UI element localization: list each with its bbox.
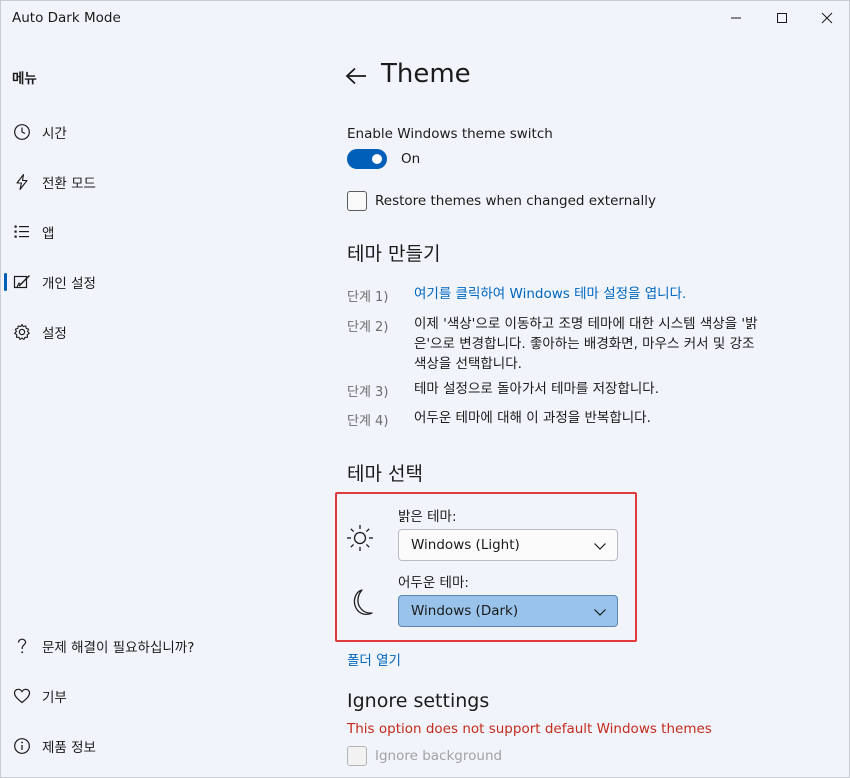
sidebar-item-label: 설정 xyxy=(42,326,67,342)
sidebar-item-apps[interactable]: 앱 xyxy=(1,213,321,249)
open-folder-link[interactable]: 폴더 열기 xyxy=(347,649,401,669)
title-bar[interactable]: Auto Dark Mode xyxy=(1,1,849,35)
select-theme-heading: 테마 선택 xyxy=(347,463,423,485)
sidebar-item-label: 시간 xyxy=(42,126,67,142)
theme-switch-toggle[interactable] xyxy=(347,149,387,169)
ignore-settings-heading: Ignore settings xyxy=(347,690,490,712)
maximize-icon xyxy=(777,13,787,23)
sidebar-item-label: 문제 해결이 필요하십니까? xyxy=(42,640,195,656)
minimize-icon xyxy=(731,17,741,19)
close-button[interactable] xyxy=(804,1,849,35)
sidebar-item-label: 개인 설정 xyxy=(42,276,96,292)
step-text: 이제 '색상'으로 이동하고 조명 테마에 대한 시스템 색상을 '밝은'으로 … xyxy=(414,316,758,372)
toggle-state-label: On xyxy=(401,151,421,167)
ignore-warning-text: This option does not support default Win… xyxy=(347,721,712,737)
minimize-button[interactable] xyxy=(713,1,759,35)
step-text: 어두운 테마에 대해 이 과정을 반복합니다. xyxy=(414,410,651,426)
restore-themes-checkbox[interactable] xyxy=(347,191,367,211)
window-title: Auto Dark Mode xyxy=(12,10,121,26)
sidebar-item-label: 앱 xyxy=(42,226,55,242)
sidebar: 메뉴 시간 전환 모드 앱 개인 설정 설정 문제 해결이 필요하십니까? 기부… xyxy=(1,35,321,777)
dark-theme-dropdown[interactable]: Windows (Dark) xyxy=(398,595,618,627)
dark-theme-label: 어두운 테마: xyxy=(398,575,469,591)
personalize-icon xyxy=(13,275,30,289)
lightning-icon xyxy=(16,173,28,191)
moon-icon xyxy=(353,589,373,615)
enable-theme-switch-label: Enable Windows theme switch xyxy=(347,126,553,142)
sidebar-item-donate[interactable]: 기부 xyxy=(1,677,321,713)
sidebar-item-label: 기부 xyxy=(42,690,67,706)
sidebar-item-troubleshoot[interactable]: 문제 해결이 필요하십니까? xyxy=(1,627,321,663)
ignore-background-checkbox[interactable] xyxy=(347,746,367,766)
step-label: 단계 1) xyxy=(347,290,389,305)
sun-icon xyxy=(347,525,373,551)
step-text: 테마 설정으로 돌아가서 테마를 저장합니다. xyxy=(414,381,660,397)
dropdown-value: Windows (Light) xyxy=(411,537,520,553)
page-title: Theme xyxy=(381,59,471,89)
sidebar-item-label: 전환 모드 xyxy=(42,176,96,192)
step-label: 단계 2) xyxy=(347,320,389,335)
chevron-down-icon xyxy=(594,543,606,550)
selected-indicator xyxy=(4,273,7,291)
question-icon xyxy=(17,638,27,654)
maximize-button[interactable] xyxy=(759,1,805,35)
close-icon xyxy=(821,12,833,24)
light-theme-label: 밝은 테마: xyxy=(398,509,457,525)
create-theme-heading: 테마 만들기 xyxy=(347,243,441,265)
menu-header: 메뉴 xyxy=(12,71,37,87)
sidebar-item-settings[interactable]: 설정 xyxy=(1,313,321,349)
clock-icon xyxy=(14,124,30,140)
toggle-knob xyxy=(372,154,382,164)
step-label: 단계 4) xyxy=(347,414,389,429)
info-icon xyxy=(14,738,30,754)
app-window: Auto Dark Mode 메뉴 시간 전환 모드 앱 개인 설정 설정 문제… xyxy=(0,0,850,778)
sidebar-item-switch-mode[interactable]: 전환 모드 xyxy=(1,163,321,199)
gear-icon xyxy=(14,323,30,341)
sidebar-item-time[interactable]: 시간 xyxy=(1,113,321,149)
sidebar-item-personalization[interactable]: 개인 설정 xyxy=(1,263,321,299)
list-icon xyxy=(14,225,29,238)
heart-icon xyxy=(13,688,31,704)
step-label: 단계 3) xyxy=(347,385,389,400)
dropdown-value: Windows (Dark) xyxy=(411,603,519,619)
sidebar-item-label: 제품 정보 xyxy=(42,740,96,756)
light-theme-dropdown[interactable]: Windows (Light) xyxy=(398,529,618,561)
open-theme-settings-link[interactable]: 여기를 클릭하여 Windows 테마 설정을 엽니다. xyxy=(414,284,774,304)
content-pane: Theme Enable Windows theme switch On Res… xyxy=(321,35,849,777)
chevron-down-icon xyxy=(594,609,606,616)
restore-themes-label[interactable]: Restore themes when changed externally xyxy=(375,193,656,209)
back-arrow-icon[interactable] xyxy=(345,67,367,85)
sidebar-item-about[interactable]: 제품 정보 xyxy=(1,727,321,763)
ignore-background-label[interactable]: Ignore background xyxy=(375,748,502,764)
